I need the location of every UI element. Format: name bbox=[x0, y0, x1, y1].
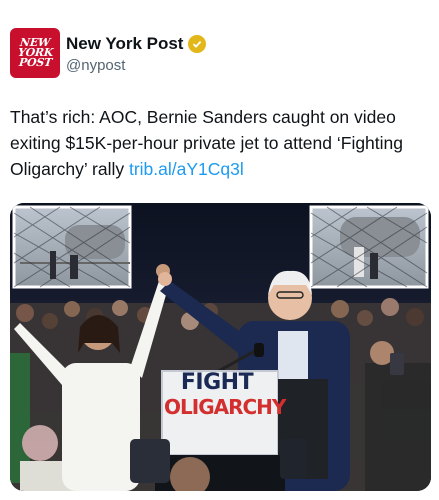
handle[interactable]: @nypost bbox=[66, 57, 125, 74]
sign-line-2: OLIGARCHY bbox=[164, 395, 286, 419]
tweet-link[interactable]: trib.al/aY1Cq3l bbox=[129, 159, 244, 179]
name-row: New York Post bbox=[66, 34, 207, 54]
inset-photo-left bbox=[12, 205, 132, 289]
avatar[interactable]: NEW YORK POST bbox=[10, 28, 60, 78]
sign-line-1: FIGHT bbox=[180, 370, 254, 395]
rally-photo-illustration bbox=[10, 203, 431, 491]
display-name[interactable]: New York Post bbox=[66, 34, 183, 54]
podium-sign: FIGHT OLIGARCHY bbox=[164, 370, 286, 420]
tweet-text: That’s rich: AOC, Bernie Sanders caught … bbox=[10, 104, 430, 182]
avatar-line-3: POST bbox=[17, 56, 53, 69]
tweet-photo[interactable]: FIGHT OLIGARCHY bbox=[10, 203, 431, 491]
gold-verified-badge-icon bbox=[188, 35, 207, 53]
tweet-header: NEW YORK POST New York Post @nypost bbox=[10, 28, 430, 80]
inset-photo-right bbox=[309, 205, 429, 289]
